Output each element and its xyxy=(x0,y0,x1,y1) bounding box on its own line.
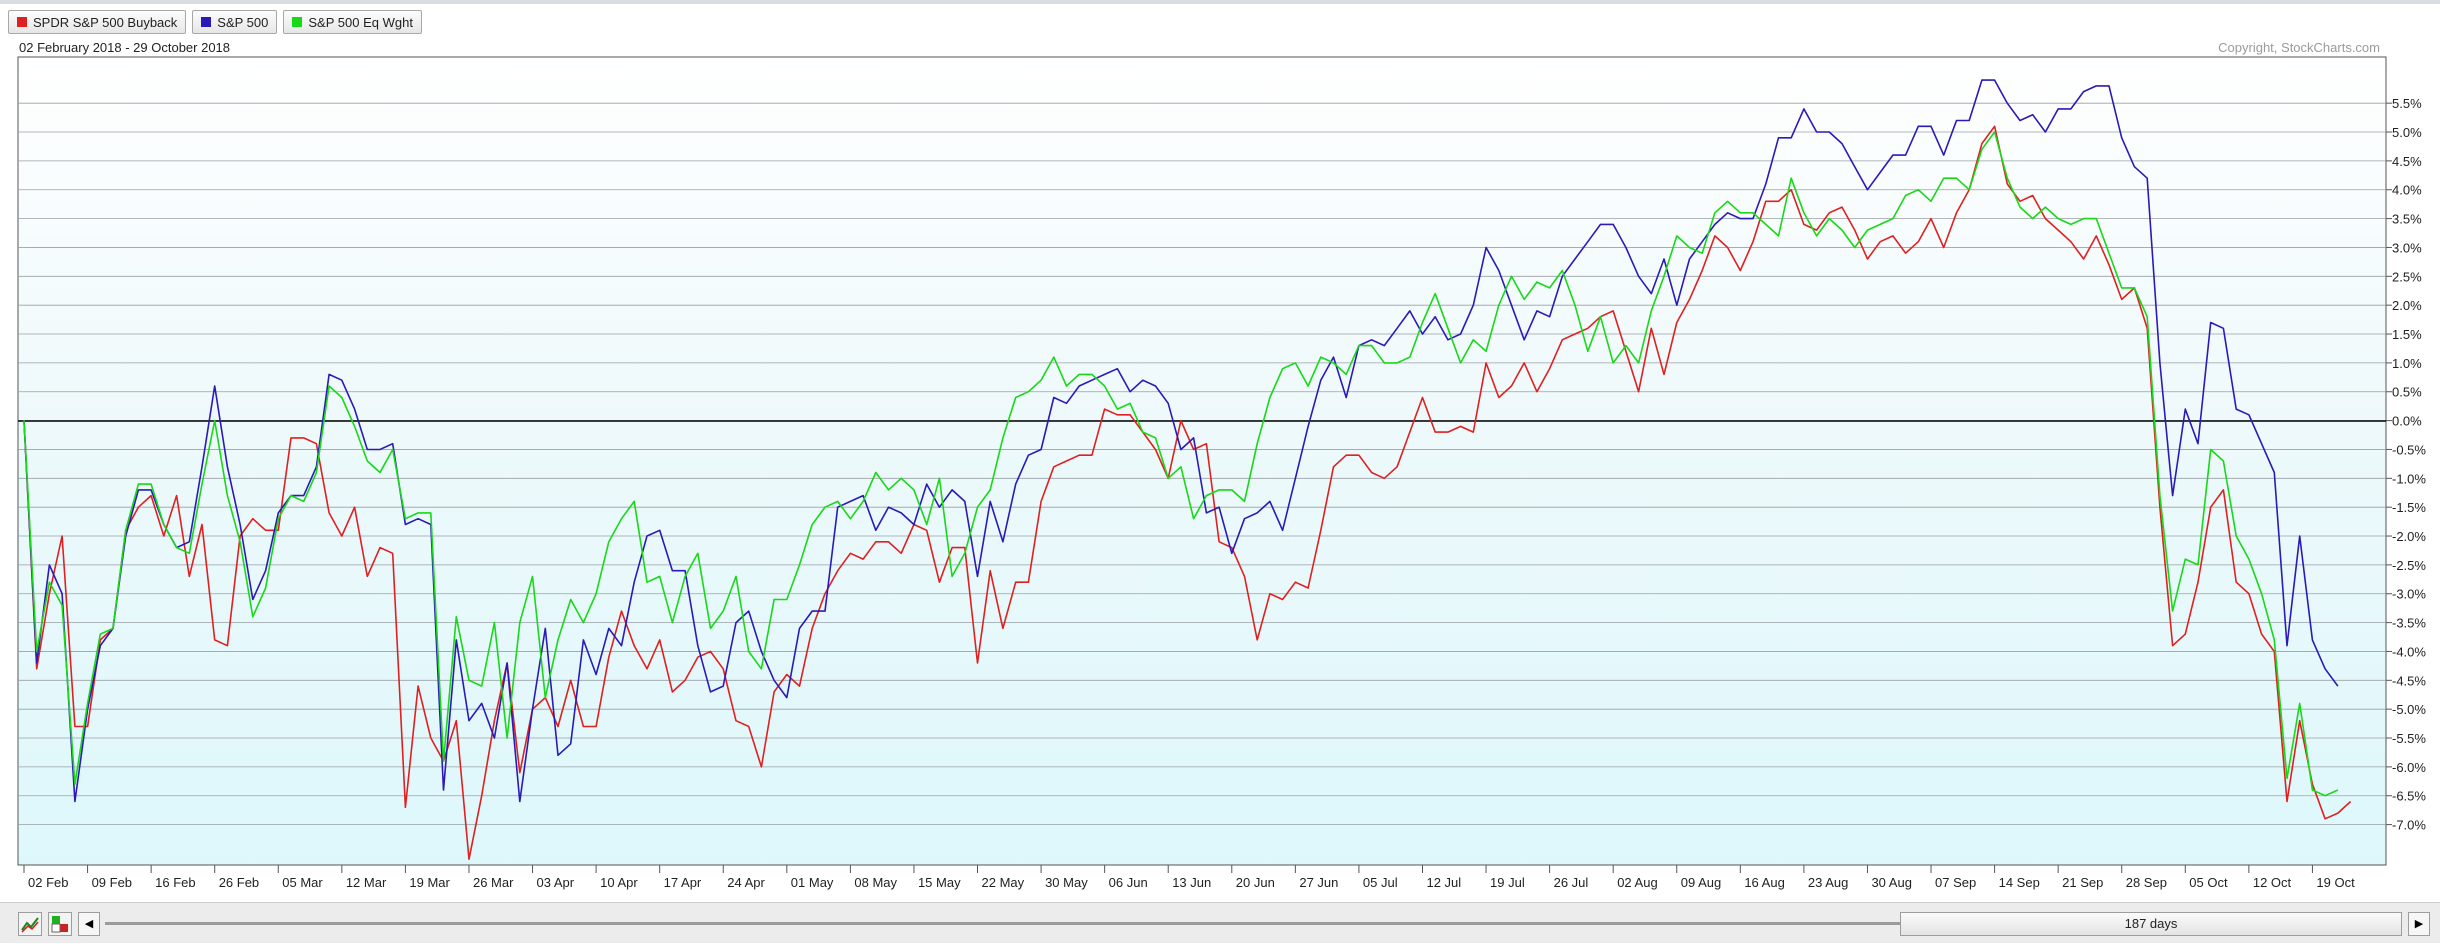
y-tick-label: -6.0% xyxy=(2392,760,2426,775)
y-tick-label: -5.0% xyxy=(2392,702,2426,717)
x-tick-label: 30 May xyxy=(1045,875,1088,890)
x-tick-label: 26 Mar xyxy=(473,875,514,890)
x-tick-label: 26 Feb xyxy=(219,875,259,890)
x-tick-label: 12 Oct xyxy=(2253,875,2292,890)
x-tick-label: 13 Jun xyxy=(1172,875,1211,890)
y-tick-label: 0.0% xyxy=(2392,414,2422,429)
y-tick-label: 5.5% xyxy=(2392,96,2422,111)
right-arrow-icon[interactable]: ▶ xyxy=(2408,912,2430,936)
x-tick-label: 17 Apr xyxy=(664,875,702,890)
x-tick-label: 10 Apr xyxy=(600,875,638,890)
x-tick-label: 07 Sep xyxy=(1935,875,1976,890)
x-tick-label: 14 Sep xyxy=(1999,875,2040,890)
y-tick-label: -1.5% xyxy=(2392,500,2426,515)
line-chart-icon[interactable] xyxy=(18,912,42,936)
x-tick-label: 21 Sep xyxy=(2062,875,2103,890)
x-tick-label: 12 Mar xyxy=(346,875,387,890)
x-tick-label: 03 Apr xyxy=(537,875,575,890)
y-tick-label: 1.0% xyxy=(2392,356,2422,371)
x-tick-label: 09 Aug xyxy=(1681,875,1722,890)
y-tick-label: -3.0% xyxy=(2392,587,2426,602)
plot-area xyxy=(17,56,2387,866)
x-tick-label: 16 Feb xyxy=(155,875,195,890)
y-tick-label: 5.0% xyxy=(2392,125,2422,140)
x-tick-label: 24 Apr xyxy=(727,875,765,890)
x-tick-label: 12 Jul xyxy=(1426,875,1461,890)
y-tick-label: -0.5% xyxy=(2392,442,2426,457)
y-tick-label: -4.5% xyxy=(2392,673,2426,688)
x-tick-label: 22 May xyxy=(982,875,1025,890)
x-tick-label: 19 Oct xyxy=(2316,875,2355,890)
x-tick-label: 15 May xyxy=(918,875,961,890)
x-tick-label: 30 Aug xyxy=(1871,875,1912,890)
x-tick-label: 08 May xyxy=(854,875,897,890)
x-tick-label: 26 Jul xyxy=(1554,875,1589,890)
y-tick-label: 1.5% xyxy=(2392,327,2422,342)
y-tick-label: -2.5% xyxy=(2392,558,2426,573)
y-tick-label: -1.0% xyxy=(2392,471,2426,486)
x-tick-label: 28 Sep xyxy=(2126,875,2167,890)
color-squares-glyph xyxy=(51,916,68,933)
y-tick-label: 4.0% xyxy=(2392,183,2422,198)
scroll-thumb[interactable]: 187 days xyxy=(1900,912,2402,936)
x-tick-label: 05 Mar xyxy=(282,875,323,890)
y-tick-label: 4.5% xyxy=(2392,154,2422,169)
x-tick-label: 05 Oct xyxy=(2189,875,2228,890)
x-tick-label: 19 Jul xyxy=(1490,875,1525,890)
x-tick-label: 27 Jun xyxy=(1299,875,1338,890)
y-tick-label: -2.0% xyxy=(2392,529,2426,544)
x-tick-label: 19 Mar xyxy=(409,875,450,890)
y-tick-label: 2.5% xyxy=(2392,269,2422,284)
y-tick-label: -5.5% xyxy=(2392,731,2426,746)
y-axis: 5.5% 5.0% 4.5% 4.0% 3.5% 3.0% 2.5% 2.0% 1.5% 1.0%… xyxy=(2386,96,2426,833)
performance-chart: 5.5% 5.0% 4.5% 4.0% 3.5% 3.0% 2.5% 2.0% 1.5% 1.0%… xyxy=(17,56,2426,890)
x-tick-label: 16 Aug xyxy=(1744,875,1785,890)
x-axis: 02 Feb 09 Feb 16 Feb 26 Feb 05 Mar 12 Mar 19 M… xyxy=(23,865,2355,890)
x-tick-label: 02 Feb xyxy=(28,875,68,890)
y-tick-label: 2.0% xyxy=(2392,298,2422,313)
left-arrow-icon[interactable]: ◀ xyxy=(78,912,100,936)
y-tick-label: -7.0% xyxy=(2392,818,2426,833)
x-tick-label: 01 May xyxy=(791,875,834,890)
line-chart-glyph xyxy=(21,917,39,933)
x-tick-label: 09 Feb xyxy=(92,875,132,890)
x-tick-label: 23 Aug xyxy=(1808,875,1849,890)
y-tick-label: 0.5% xyxy=(2392,385,2422,400)
y-tick-label: -6.5% xyxy=(2392,789,2426,804)
y-tick-label: -4.0% xyxy=(2392,644,2426,659)
x-tick-label: 05 Jul xyxy=(1363,875,1398,890)
x-tick-label: 06 Jun xyxy=(1109,875,1148,890)
y-tick-label: 3.0% xyxy=(2392,240,2422,255)
y-tick-label: 3.5% xyxy=(2392,212,2422,227)
color-squares-icon[interactable] xyxy=(48,912,72,936)
y-tick-label: -3.5% xyxy=(2392,616,2426,631)
bottom-toolbar: ◀ 187 days ▶ xyxy=(0,902,2440,943)
x-tick-label: 02 Aug xyxy=(1617,875,1658,890)
x-tick-label: 20 Jun xyxy=(1236,875,1275,890)
